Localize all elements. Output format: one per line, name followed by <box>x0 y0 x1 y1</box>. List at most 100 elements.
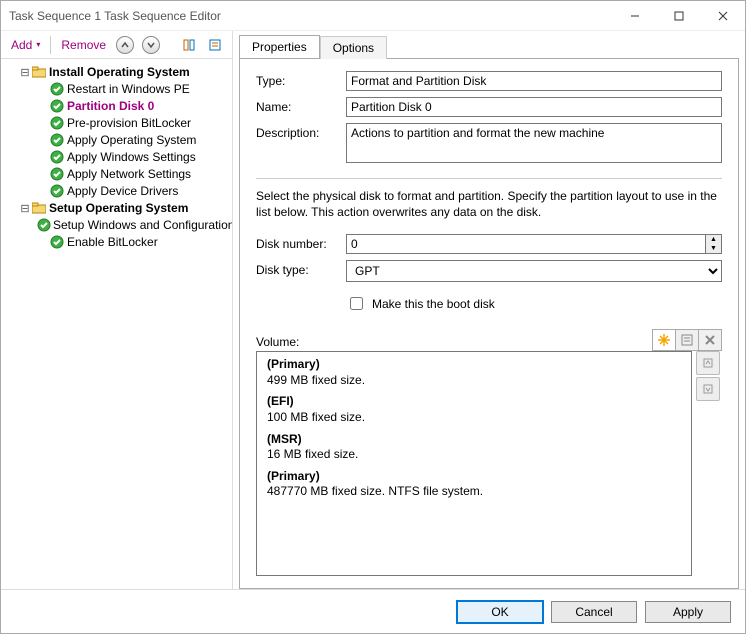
tree-item[interactable]: Restart in Windows PE <box>3 81 230 97</box>
disk-type-select[interactable]: GPT <box>346 260 722 282</box>
window-title: Task Sequence 1 Task Sequence Editor <box>9 9 613 23</box>
check-icon <box>37 217 51 233</box>
disk-type-label: Disk type: <box>256 260 346 277</box>
boot-disk-checkbox[interactable] <box>350 297 363 310</box>
tree-item[interactable]: Apply Operating System <box>3 132 230 148</box>
tree-group[interactable]: ⊟Install Operating System <box>3 64 230 80</box>
tree-item[interactable]: Partition Disk 0 <box>3 98 230 114</box>
tree-item-label: Apply Operating System <box>65 133 196 147</box>
tree-horizontal-scrollbar[interactable] <box>1 572 232 589</box>
check-icon <box>49 98 65 114</box>
minimize-button[interactable] <box>613 1 657 31</box>
volume-item[interactable]: (Primary)487770 MB fixed size. NTFS file… <box>257 466 691 503</box>
page-down-icon <box>702 383 714 395</box>
properties-icon <box>681 334 693 346</box>
volume-label: Volume: <box>256 335 653 351</box>
disk-number-label: Disk number: <box>256 234 346 251</box>
tree-item-label: Pre-provision BitLocker <box>65 116 191 130</box>
volume-item[interactable]: (MSR)16 MB fixed size. <box>257 429 691 466</box>
name-label: Name: <box>256 97 346 114</box>
tree-group[interactable]: ⊟ Setup Operating System <box>3 200 230 216</box>
check-icon <box>49 132 65 148</box>
tab-options[interactable]: Options <box>320 36 387 59</box>
properties-pane: Properties Options Type: Name: Descripti… <box>233 31 745 589</box>
collapse-icon[interactable]: ⊟ <box>19 202 31 215</box>
disk-number-field[interactable] <box>346 234 706 254</box>
move-down-button[interactable] <box>140 34 162 56</box>
volume-name: (EFI) <box>267 394 681 410</box>
tree-item[interactable]: Apply Network Settings <box>3 166 230 182</box>
new-volume-button[interactable] <box>652 329 676 351</box>
move-up-button[interactable] <box>114 34 136 56</box>
tree-group-label: Setup Operating System <box>47 201 188 215</box>
volume-name: (Primary) <box>267 357 681 373</box>
tree-item-label: Partition Disk 0 <box>65 99 154 113</box>
tab-strip: Properties Options <box>239 35 739 58</box>
check-icon <box>49 115 65 131</box>
delete-volume-button[interactable] <box>698 329 722 351</box>
tree-item-label: Setup Windows and Configuration Manager <box>51 218 232 232</box>
dialog-buttons: OK Cancel Apply <box>1 589 745 633</box>
volume-name: (Primary) <box>267 469 681 485</box>
tree-item-label: Apply Windows Settings <box>65 150 196 164</box>
titlebar: Task Sequence 1 Task Sequence Editor <box>1 1 745 31</box>
delete-icon <box>704 334 716 346</box>
volume-detail: 499 MB fixed size. <box>267 373 681 389</box>
help-text: Select the physical disk to format and p… <box>256 189 722 220</box>
tree-item-label: Apply Device Drivers <box>65 184 178 198</box>
check-icon <box>49 183 65 199</box>
type-field <box>346 71 722 91</box>
volume-item[interactable]: (Primary)499 MB fixed size. <box>257 354 691 391</box>
add-menu[interactable]: Add <box>7 36 44 54</box>
tree-pane: Add Remove ⊟Install Operating System Rest… <box>1 31 233 589</box>
tree-item-label: Enable BitLocker <box>65 235 158 249</box>
volume-item[interactable]: (EFI)100 MB fixed size. <box>257 391 691 428</box>
sparkle-icon <box>657 333 671 347</box>
task-tree[interactable]: ⊟Install Operating System Restart in Wind… <box>1 59 232 572</box>
type-label: Type: <box>256 71 346 88</box>
maximize-button[interactable] <box>657 1 701 31</box>
volume-list[interactable]: (Primary)499 MB fixed size.(EFI)100 MB f… <box>256 351 692 576</box>
toolbar-icon-1[interactable] <box>178 34 200 56</box>
ok-button[interactable]: OK <box>457 601 543 623</box>
tab-properties[interactable]: Properties <box>239 35 320 58</box>
page-up-icon <box>702 357 714 369</box>
description-label: Description: <box>256 123 346 140</box>
check-icon <box>49 166 65 182</box>
properties-panel: Type: Name: Description: Actions to part… <box>239 58 739 589</box>
volume-properties-button[interactable] <box>675 329 699 351</box>
boot-disk-label: Make this the boot disk <box>372 297 495 311</box>
collapse-icon[interactable]: ⊟ <box>19 66 31 79</box>
volume-detail: 487770 MB fixed size. NTFS file system. <box>267 484 681 500</box>
toolbar-icon-2[interactable] <box>204 34 226 56</box>
check-icon <box>49 234 65 250</box>
volume-move-down-button[interactable] <box>696 377 720 401</box>
tree-item[interactable]: Pre-provision BitLocker <box>3 115 230 131</box>
tree-item[interactable]: Apply Device Drivers <box>3 183 230 199</box>
tree-toolbar: Add Remove <box>1 31 232 59</box>
tree-item-label: Restart in Windows PE <box>65 82 190 96</box>
disk-number-spinner[interactable]: ▲▼ <box>346 234 722 254</box>
folder-icon <box>31 200 47 216</box>
volume-detail: 16 MB fixed size. <box>267 447 681 463</box>
volume-move-up-button[interactable] <box>696 351 720 375</box>
check-icon <box>49 149 65 165</box>
spin-down-icon[interactable]: ▼ <box>706 244 721 253</box>
check-icon <box>49 81 65 97</box>
apply-button[interactable]: Apply <box>645 601 731 623</box>
separator <box>50 36 51 54</box>
divider <box>256 178 722 179</box>
tree-item[interactable]: Apply Windows Settings <box>3 149 230 165</box>
name-field[interactable] <box>346 97 722 117</box>
folder-icon <box>31 64 47 80</box>
remove-button[interactable]: Remove <box>57 36 110 54</box>
volume-name: (MSR) <box>267 432 681 448</box>
description-field[interactable]: Actions to partition and format the new … <box>346 123 722 163</box>
tree-item[interactable]: Enable BitLocker <box>3 234 230 250</box>
cancel-button[interactable]: Cancel <box>551 601 637 623</box>
tree-item[interactable]: Setup Windows and Configuration Manager <box>3 217 230 233</box>
spin-up-icon[interactable]: ▲ <box>706 235 721 244</box>
close-button[interactable] <box>701 1 745 31</box>
editor-window: Task Sequence 1 Task Sequence Editor Add… <box>0 0 746 634</box>
volume-detail: 100 MB fixed size. <box>267 410 681 426</box>
